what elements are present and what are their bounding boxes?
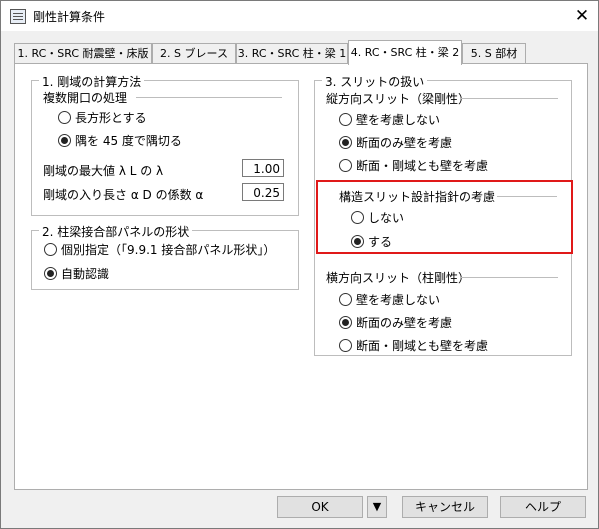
radio-corner-cut[interactable]: 隅を 45 度で隅切る: [58, 132, 182, 148]
radio-h-no-wall[interactable]: 壁を考慮しない: [339, 291, 440, 307]
horizontal-slit-subhead: 横方向スリット（柱剛性）: [326, 271, 471, 285]
alpha-coefficient-input[interactable]: 0.25: [242, 183, 284, 201]
radio-v-no-wall[interactable]: 壁を考慮しない: [339, 111, 440, 127]
radio-label: 自動認識: [61, 266, 110, 281]
app-icon: [10, 9, 26, 24]
ok-button[interactable]: OK: [277, 496, 363, 518]
radio-label: 長方形とする: [75, 110, 147, 125]
close-icon[interactable]: ✕: [568, 4, 596, 28]
dialog-window: 剛性計算条件 ✕ 1. RC・SRC 耐震壁・床版 2. S ブレース 3. R…: [0, 0, 599, 529]
tab-s-member[interactable]: 5. S 部材: [462, 43, 526, 64]
highlight-box: [316, 180, 573, 254]
radio-circle: [339, 338, 352, 352]
radio-v-section-only[interactable]: 断面のみ壁を考慮: [339, 134, 452, 150]
alpha-coefficient-label: 剛域の入り長さ α D の係数 α: [43, 188, 204, 202]
group-rigid-zone-title: 1. 剛域の計算方法: [39, 73, 145, 90]
radio-circle-selected: [339, 315, 352, 329]
group-rigid-zone: 1. 剛域の計算方法 複数開口の処理 長方形とする 隅を 45 度で隅切る 剛域…: [31, 73, 299, 216]
divider: [460, 98, 558, 99]
title-bar: 剛性計算条件 ✕: [1, 1, 598, 31]
group-slit-title: 3. スリットの扱い: [322, 73, 428, 90]
radio-label: 壁を考慮しない: [356, 292, 441, 307]
radio-label: 断面・剛域とも壁を考慮: [356, 338, 489, 353]
radio-circle-selected: [339, 135, 352, 149]
radio-manual-panel[interactable]: 個別指定（「9.9.1 接合部パネル形状」）: [44, 241, 275, 257]
radio-label: 壁を考慮しない: [356, 112, 441, 127]
help-button[interactable]: ヘルプ: [500, 496, 586, 518]
max-lambda-input[interactable]: 1.00: [242, 159, 284, 177]
radio-circle-selected: [58, 133, 71, 147]
radio-circle: [339, 112, 352, 126]
radio-circle: [339, 158, 352, 172]
radio-circle: [44, 242, 57, 256]
radio-circle: [339, 292, 352, 306]
max-lambda-label: 剛域の最大値 λ L の λ: [43, 164, 164, 178]
tab-s-brace[interactable]: 2. S ブレース: [152, 43, 236, 64]
tab-panel: 1. 剛域の計算方法 複数開口の処理 長方形とする 隅を 45 度で隅切る 剛域…: [14, 63, 588, 490]
radio-rectangle[interactable]: 長方形とする: [58, 109, 147, 125]
radio-auto-detect[interactable]: 自動認識: [44, 265, 109, 281]
radio-h-section-only[interactable]: 断面のみ壁を考慮: [339, 314, 452, 330]
group-joint-panel-title: 2. 柱梁接合部パネルの形状: [39, 223, 193, 240]
opening-subhead: 複数開口の処理: [43, 91, 128, 105]
window-title: 剛性計算条件: [33, 10, 106, 24]
tab-rc-src-column-beam-1[interactable]: 3. RC・SRC 柱・梁 1: [236, 43, 348, 64]
radio-circle: [58, 110, 71, 124]
radio-v-section-and-rigid[interactable]: 断面・剛域とも壁を考慮: [339, 157, 488, 173]
group-joint-panel: 2. 柱梁接合部パネルの形状 個別指定（「9.9.1 接合部パネル形状」） 自動…: [31, 223, 299, 290]
radio-h-section-and-rigid[interactable]: 断面・剛域とも壁を考慮: [339, 337, 488, 353]
radio-circle-selected: [44, 266, 57, 280]
tab-rc-src-wall-slab[interactable]: 1. RC・SRC 耐震壁・床版: [14, 43, 152, 64]
cancel-button[interactable]: キャンセル: [402, 496, 488, 518]
divider: [136, 97, 282, 98]
divider: [460, 277, 558, 278]
radio-label: 断面・剛域とも壁を考慮: [356, 158, 489, 173]
radio-label: 隅を 45 度で隅切る: [75, 133, 182, 148]
ok-dropdown-button[interactable]: ▼: [367, 496, 387, 518]
radio-label: 断面のみ壁を考慮: [356, 315, 453, 330]
radio-label: 断面のみ壁を考慮: [356, 135, 453, 150]
tab-rc-src-column-beam-2[interactable]: 4. RC・SRC 柱・梁 2: [348, 40, 462, 65]
radio-label: 個別指定（「9.9.1 接合部パネル形状」）: [61, 242, 276, 257]
vertical-slit-subhead: 縦方向スリット（梁剛性）: [326, 92, 471, 106]
